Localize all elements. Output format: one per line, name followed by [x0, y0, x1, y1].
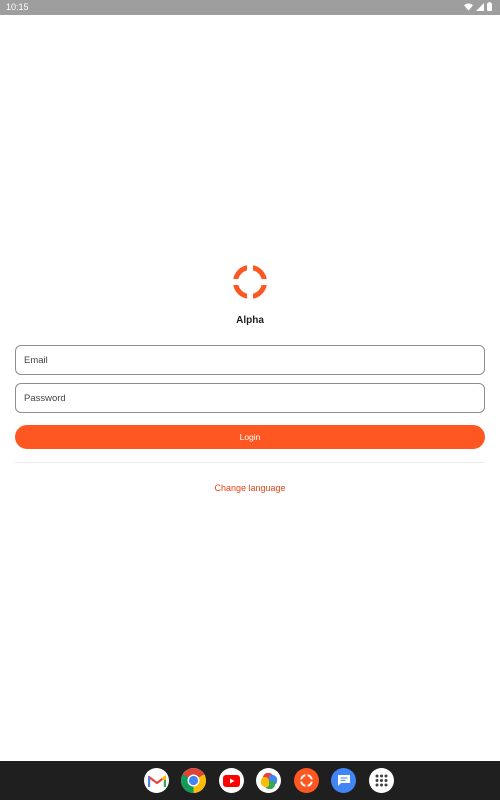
wifi-icon [464, 2, 473, 11]
messages-icon[interactable] [331, 768, 356, 793]
chrome-icon[interactable] [181, 768, 206, 793]
password-input[interactable] [16, 384, 464, 412]
app-dock [0, 761, 500, 800]
app-drawer-icon[interactable] [369, 768, 394, 793]
status-bar: 10:15 [0, 0, 500, 15]
youtube-icon[interactable] [219, 768, 244, 793]
change-language-link[interactable]: Change language [0, 483, 500, 493]
signal-icon [476, 2, 484, 11]
status-time: 10:15 [6, 2, 29, 12]
password-field[interactable] [15, 383, 485, 413]
app-name: Alpha [236, 315, 264, 326]
status-icons [464, 2, 492, 11]
photos-icon[interactable] [256, 768, 281, 793]
email-field[interactable] [15, 345, 485, 375]
alpha-logo-icon [230, 262, 270, 302]
gmail-icon[interactable] [144, 768, 169, 793]
battery-icon [487, 2, 492, 11]
login-button[interactable]: Login [15, 425, 485, 449]
email-input[interactable] [16, 346, 464, 374]
divider [15, 462, 485, 463]
alpha-app-icon[interactable] [294, 768, 319, 793]
